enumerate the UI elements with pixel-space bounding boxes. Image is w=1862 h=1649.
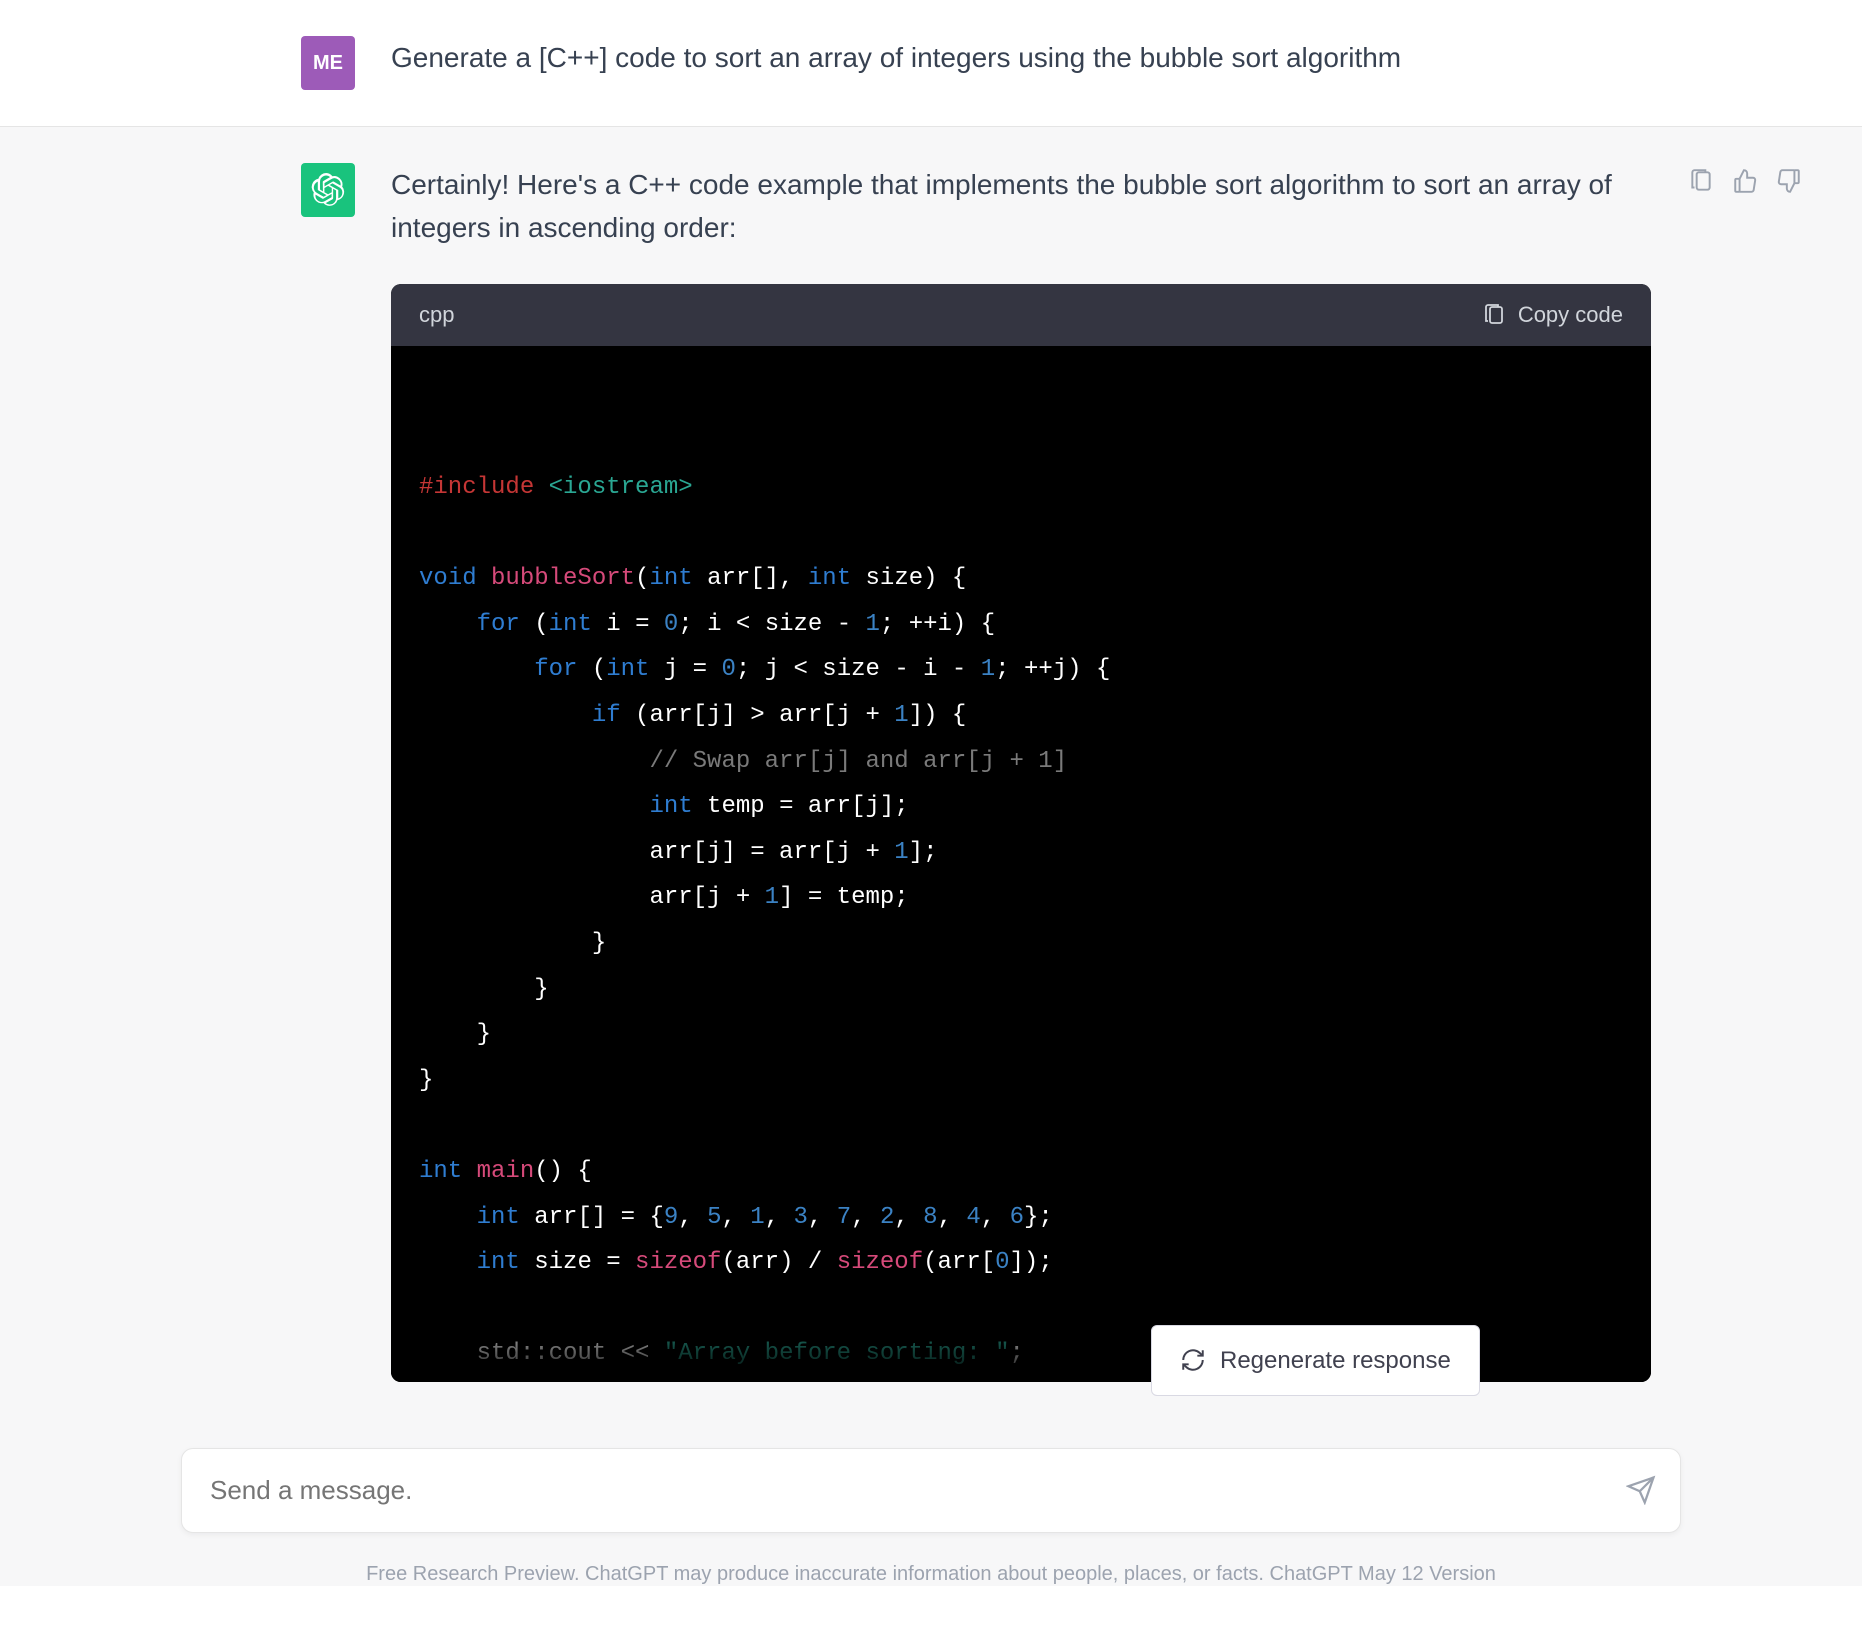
send-icon: [1626, 1475, 1656, 1505]
input-area: [0, 1418, 1862, 1553]
user-avatar-label: ME: [313, 52, 343, 75]
thumbs-up-icon: [1732, 168, 1758, 194]
thumbs-down-button[interactable]: [1775, 167, 1803, 195]
clipboard-icon: [1688, 168, 1714, 194]
code-block: cpp Copy code #include <iostream> void b…: [391, 284, 1651, 1382]
send-button[interactable]: [1625, 1474, 1657, 1506]
code-content[interactable]: #include <iostream> void bubbleSort(int …: [391, 346, 1651, 1382]
regenerate-label: Regenerate response: [1220, 1342, 1451, 1379]
copy-code-label: Copy code: [1518, 298, 1623, 332]
user-avatar: ME: [301, 36, 355, 90]
user-message-text: Generate a [C++] code to sort an array o…: [391, 36, 1645, 79]
user-message-row: ME Generate a [C++] code to sort an arra…: [0, 0, 1862, 127]
footer-disclaimer: Free Research Preview. ChatGPT may produ…: [0, 1553, 1862, 1586]
message-input[interactable]: [181, 1448, 1681, 1533]
regenerate-response-button[interactable]: Regenerate response: [1151, 1325, 1480, 1396]
openai-logo-icon: [311, 173, 345, 207]
assistant-actions: [1687, 163, 1843, 195]
copy-code-button[interactable]: Copy code: [1482, 298, 1623, 332]
thumbs-up-button[interactable]: [1731, 167, 1759, 195]
thumbs-down-icon: [1776, 168, 1802, 194]
code-header: cpp Copy code: [391, 284, 1651, 346]
code-language-label: cpp: [419, 298, 454, 332]
clipboard-icon: [1482, 303, 1506, 327]
assistant-avatar: [301, 163, 355, 217]
copy-message-button[interactable]: [1687, 167, 1715, 195]
assistant-message-row: Certainly! Here's a C++ code example tha…: [0, 127, 1862, 1418]
refresh-icon: [1180, 1347, 1206, 1373]
assistant-intro-text: Certainly! Here's a C++ code example tha…: [391, 163, 1651, 250]
